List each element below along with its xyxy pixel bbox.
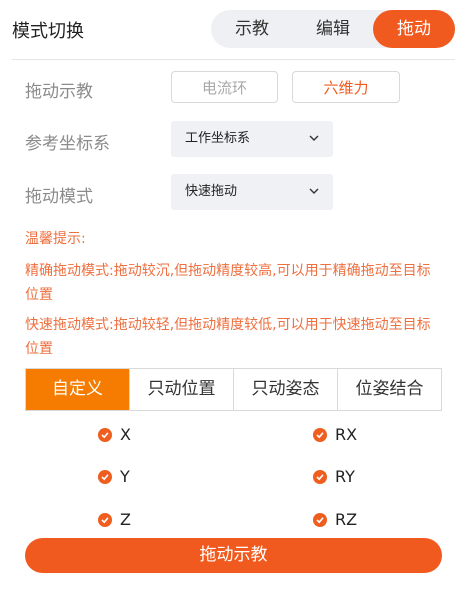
axis-y-checkbox[interactable]: Y (98, 466, 130, 488)
mode-teach-button[interactable]: 示教 (211, 10, 293, 48)
mode-switch-header: 模式切换 示教 编辑 拖动 (0, 0, 467, 58)
tip-precise-drag: 精确拖动模式:拖动较沉,但拖动精度较高,可以用于精确拖动至目标位置 (25, 263, 431, 303)
axis-y-label: Y (120, 467, 130, 486)
axis-rz-checkbox[interactable]: RZ (313, 509, 357, 531)
tab-custom[interactable]: 自定义 (26, 369, 129, 410)
chevron-down-icon (307, 174, 321, 210)
drag-mode-value: 快速拖动 (185, 184, 238, 199)
drag-mode-select[interactable]: 快速拖动 (171, 174, 333, 210)
axis-z-label: Z (120, 510, 131, 529)
axis-rx-checkbox[interactable]: RX (313, 424, 357, 446)
reference-frame-select[interactable]: 工作坐标系 (171, 121, 333, 157)
tab-orientation-only[interactable]: 只动姿态 (233, 369, 337, 410)
check-icon (98, 427, 112, 442)
header-divider (12, 59, 455, 60)
axis-rx-label: RX (335, 425, 358, 444)
drag-teach-button[interactable]: 拖动示教 (25, 538, 442, 573)
mode-drag-button[interactable]: 拖动 (373, 10, 455, 48)
tab-position-only[interactable]: 只动位置 (129, 369, 233, 410)
check-icon (313, 512, 327, 527)
chevron-down-icon (307, 121, 321, 157)
drag-teach-label: 拖动示教 (25, 82, 93, 102)
reference-frame-value: 工作坐标系 (185, 131, 251, 146)
check-icon (313, 469, 327, 484)
tab-pose-combined[interactable]: 位姿结合 (337, 369, 441, 410)
reference-frame-label: 参考坐标系 (25, 134, 110, 154)
mode-segmented-control: 示教 编辑 拖动 (211, 10, 455, 48)
mode-switch-title: 模式切换 (12, 21, 84, 42)
axis-x-label: X (120, 425, 131, 444)
drag-mode-label: 拖动模式 (25, 187, 93, 207)
check-icon (98, 469, 112, 484)
axis-z-checkbox[interactable]: Z (98, 509, 131, 531)
mode-edit-button[interactable]: 编辑 (293, 10, 373, 48)
axis-ry-label: RY (335, 467, 355, 486)
tips-title: 温馨提示: (25, 231, 86, 247)
axis-rz-label: RZ (335, 510, 358, 529)
check-icon (98, 512, 112, 527)
axis-x-checkbox[interactable]: X (98, 424, 131, 446)
six-axis-force-button[interactable]: 六维力 (292, 71, 400, 103)
tip-fast-drag: 快速拖动模式:拖动较轻,但拖动精度较低,可以用于快速拖动至目标位置 (25, 317, 431, 357)
check-icon (313, 427, 327, 442)
constraint-tabs: 自定义 只动位置 只动姿态 位姿结合 (25, 368, 442, 411)
current-loop-button[interactable]: 电流环 (171, 71, 278, 103)
axis-ry-checkbox[interactable]: RY (313, 466, 355, 488)
